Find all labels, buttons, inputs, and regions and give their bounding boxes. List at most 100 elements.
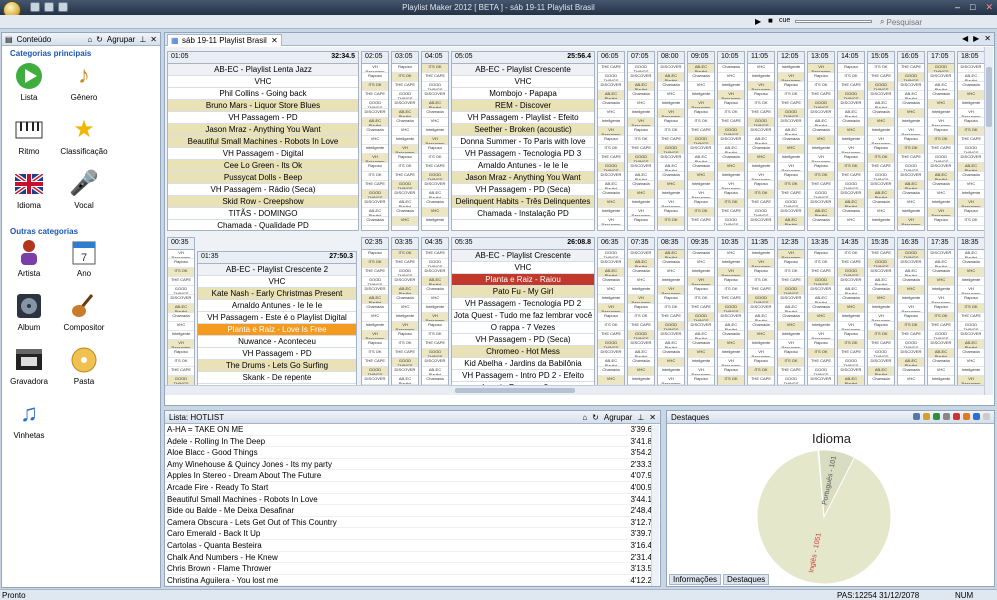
playlist-row[interactable]: Pussycat Dolls - Beep [168,172,358,184]
close-icon[interactable]: ✕ [649,413,656,422]
hour-column[interactable]: 17:35 DISCOVER AB-EC Playlist Chamada VHC Int… [927,237,955,391]
playlist-row[interactable]: Planta e Raiz - Raiou [452,274,594,286]
agrupar-button[interactable]: Agrupar [107,35,135,44]
list-item[interactable]: Aloe Blacc - Good Things 3'54.2 [165,447,660,459]
playlist-row[interactable]: VH Passagem - PD [168,112,358,124]
category-classificacao[interactable]: ★ Classificação [57,115,111,157]
home-icon[interactable]: ⌂ [87,35,92,44]
hour-column[interactable]: 10:05 Chamada VHC Inteligente VH Passagem Rap… [717,51,745,231]
category-compositor[interactable]: Compositor [57,291,111,332]
hour-column[interactable]: 16:05 THE CAPE GOOD THINGS DISCOVER AB-EC Pl… [897,51,925,231]
list-item[interactable]: Christina Aguilera - You lost me 4'12.2 [165,575,660,587]
agrupar-button[interactable]: Agrupar [604,413,632,422]
hour-column[interactable]: 04:05 ITS OK THE CAPE GOOD THINGS DISCOVER AB… [421,51,449,231]
playlist-row[interactable]: Mombojo - Papapa [452,88,594,100]
playlist-row[interactable]: VH Passagem - Tecnologia PD 2 [452,298,594,310]
playlist-row[interactable]: Kate Nash - Early Christmas Present [198,288,356,300]
vertical-scrollbar[interactable] [984,47,993,395]
home-icon[interactable]: ⌂ [582,413,587,422]
playlist-row[interactable]: Chromeo - Hot Mess [452,346,594,358]
playlist-row[interactable]: VH Passagem - PD [198,348,356,360]
playlist-row[interactable]: AB-EC - Playlist Crescente [452,64,594,76]
playlist-row[interactable]: VHC [198,276,356,288]
category-idioma[interactable]: Idioma [2,169,56,210]
palette-icon[interactable] [963,413,970,420]
playlist-row[interactable]: Seether - Broken (acoustic) [452,124,594,136]
list-item[interactable]: A-HA = TAKE ON ME 3'39.6 [165,424,660,436]
playlist-row[interactable]: Arnaldo Antunes - Ie Ie Ie [452,160,594,172]
refresh-icon[interactable]: ↻ [592,413,599,422]
hour-column[interactable]: 15:05 ITS OK THE CAPE GOOD THINGS DISCOVER AB… [867,51,895,231]
hour-column[interactable]: 16:35 GOOD THINGS DISCOVER AB-EC Playlist Ch… [897,237,925,391]
category-gravadora[interactable]: Gravadora [2,345,56,386]
list-item[interactable]: Chris Brown - Flame Thrower 3'13.5 [165,563,660,575]
list-item[interactable]: Bide ou Balde - Me Deixa Desafinar 2'48.4 [165,505,660,517]
close-icon[interactable] [983,413,990,420]
playlist-row[interactable]: VHC [452,262,594,274]
tab-informacoes[interactable]: Informações [669,574,722,585]
list-item[interactable]: Apples In Stereo - Dream About The Futur… [165,470,660,482]
playlist-row[interactable]: AB-EC - Playlist Lenta Jazz [168,64,358,76]
hour-column[interactable]: 06:35 GOOD THINGS DISCOVER AB-EC Playlist Ch… [597,237,625,391]
playlist-row[interactable]: Kid Abelha - Jardins da Babilônia [452,358,594,370]
list-item[interactable]: Cartolas - Quanta Besteira 3'16.4 [165,540,660,552]
list-item[interactable]: Adele - Rolling In The Deep 3'41.8 [165,436,660,448]
playlist-row[interactable]: Arnaldo Antunes - Ie Ie Ie [198,300,356,312]
category-genero[interactable]: ♪ Gênero [57,61,111,103]
next-icon[interactable]: ▶ [973,34,979,43]
settings-icon[interactable] [943,413,950,420]
tab-playlist[interactable]: ▦ sáb 19-11 Playlist Brasil ✕ [167,34,282,46]
time-block[interactable]: 01:35 27:50.3 AB-EC - Playlist Crescente 2… [197,251,357,391]
hour-column[interactable]: 09:35 Chamada VHC Inteligente VH Passagem Rap… [687,237,715,391]
category-vinhetas[interactable]: ♫ Vinhetas [2,399,56,441]
playlist-row[interactable]: Beautiful Small Machines - Robots In Lov… [168,136,358,148]
list-item[interactable]: Chalk And Numbers - He Knew 2'31.4 [165,552,660,564]
hour-column[interactable]: 08:35 AB-EC Playlist Chamada VHC Inteligente… [657,237,685,391]
hour-column[interactable]: 00:35 VH Passagem Raposo ITS OK THE CAPE GOOD… [167,237,195,391]
hour-column[interactable]: 15:35 THE CAPE GOOD THINGS DISCOVER AB-EC Pl… [867,237,895,391]
playlist-row[interactable]: Phil Collins - Going back [168,88,358,100]
hour-column[interactable]: 18:05 DISCOVER AB-EC Playlist Chamada VHC Int… [957,51,985,231]
playlist-row[interactable]: Skank - De repente [198,372,356,384]
list-item[interactable]: Beautiful Small Machines - Robots In Lov… [165,494,660,506]
playlist-row[interactable]: VH Passagem - Intro PD 2 - Efeito [452,370,594,382]
pin-icon[interactable]: ⊥ [637,413,644,422]
playlist-row[interactable]: Pato Fu - My Girl [452,286,594,298]
hour-column[interactable]: 14:05 Raposo ITS OK THE CAPE GOOD THINGS DISC… [837,51,865,231]
playlist-row[interactable]: VHC [168,76,358,88]
list-item[interactable]: Camera Obscura - Lets Get Out of This Co… [165,517,660,529]
hour-column[interactable]: 02:05 VH Passagem Raposo ITS OK THE CAPE GOOD… [361,51,389,231]
close-button[interactable]: ✕ [985,2,993,13]
pin-icon[interactable]: ⊥ [139,35,146,44]
playlist-row[interactable]: VH Passagem - PD (Seca) [452,184,594,196]
time-block[interactable]: 05:35 26:08.8 AB-EC - Playlist Crescente VH… [451,237,595,395]
category-ano[interactable]: 7 Ano [57,237,111,278]
playlist-row[interactable]: Jota Quest - Tudo me faz lembrar você [452,310,594,322]
refresh-icon[interactable]: ↻ [96,35,103,44]
hour-column[interactable]: 14:35 ITS OK THE CAPE GOOD THINGS DISCOVER AB… [837,237,865,391]
playlist-row[interactable]: Jason Mraz - Anything You Want [168,124,358,136]
playlist-row[interactable]: O rappa - 7 Vezes [452,322,594,334]
playlist-row[interactable]: VHC [452,76,594,88]
category-pasta[interactable]: Pasta [57,345,111,386]
refresh-icon[interactable] [933,413,940,420]
playlist-row[interactable]: VH Passagem - Digital [168,148,358,160]
hour-column[interactable]: 03:05 Raposo ITS OK THE CAPE GOOD THINGS DISC… [391,51,419,231]
seek-slider[interactable] [795,20,872,23]
hour-column[interactable]: 08:00 DISCOVER AB-EC Playlist Chamada VHC Int… [657,51,685,231]
maximize-button[interactable]: □ [970,2,975,13]
cue-button[interactable]: cue [779,17,790,24]
close-icon[interactable]: ✕ [271,36,278,45]
list-item[interactable]: Amy Winehouse & Quincy Jones - Its my pa… [165,459,660,471]
scroll-thumb[interactable] [455,388,575,393]
time-block[interactable]: 05:05 25:56.4 AB-EC - Playlist Crescente VH… [451,51,595,231]
hour-column[interactable]: 17:05 GOOD THINGS DISCOVER AB-EC Playlist Ch… [927,51,955,231]
hour-column[interactable]: 10:35 VHC Inteligente VH Passagem Raposo ITS … [717,237,745,391]
hour-column[interactable]: 18:35 AB-EC Playlist Chamada VHC Inteligente… [957,237,985,391]
playlist-row[interactable]: Skid Row - Creepshow [168,196,358,208]
hour-column[interactable]: 06:05 THE CAPE GOOD THINGS DISCOVER AB-EC Pl… [597,51,625,231]
info-icon[interactable] [973,413,980,420]
category-vocal[interactable]: 🎤 Vocal [57,169,111,211]
playlist-row[interactable]: Bruno Mars - Liquor Store Blues [168,100,358,112]
close-icon[interactable]: ✕ [984,34,991,43]
